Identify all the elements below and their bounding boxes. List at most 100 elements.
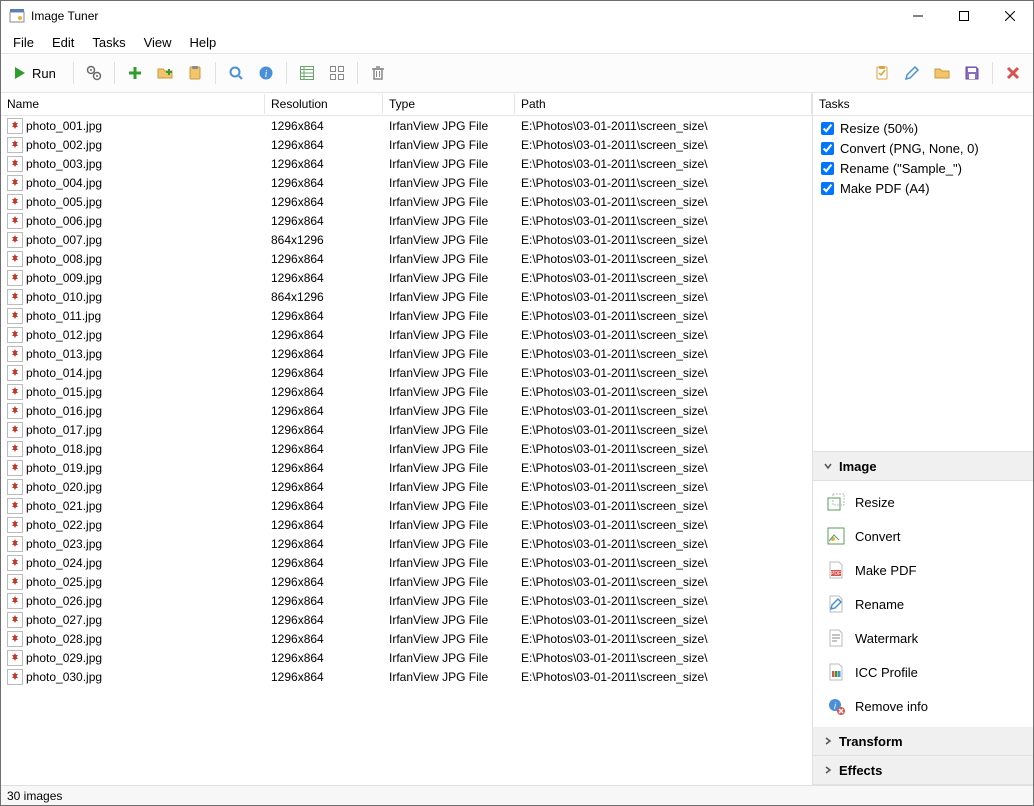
add-button[interactable] — [121, 59, 149, 87]
add-folder-button[interactable] — [151, 59, 179, 87]
table-row[interactable]: photo_011.jpg1296x864IrfanView JPG FileE… — [1, 306, 812, 325]
action-convert[interactable]: Convert — [813, 519, 1033, 553]
file-name: photo_020.jpg — [26, 480, 102, 494]
menu-tasks[interactable]: Tasks — [84, 33, 133, 52]
task-checkbox[interactable] — [821, 142, 834, 155]
task-checkbox[interactable] — [821, 182, 834, 195]
table-row[interactable]: photo_003.jpg1296x864IrfanView JPG FileE… — [1, 154, 812, 173]
paste-button[interactable] — [181, 59, 209, 87]
table-row[interactable]: photo_010.jpg864x1296IrfanView JPG FileE… — [1, 287, 812, 306]
maximize-button[interactable] — [941, 1, 987, 31]
table-row[interactable]: photo_022.jpg1296x864IrfanView JPG FileE… — [1, 515, 812, 534]
toolbar-separator — [73, 62, 74, 84]
menu-help[interactable]: Help — [182, 33, 225, 52]
task-item[interactable]: Make PDF (A4) — [821, 178, 1025, 198]
table-row[interactable]: photo_028.jpg1296x864IrfanView JPG FileE… — [1, 629, 812, 648]
image-file-icon — [7, 137, 23, 153]
task-checkbox[interactable] — [821, 122, 834, 135]
table-row[interactable]: photo_007.jpg864x1296IrfanView JPG FileE… — [1, 230, 812, 249]
grid-body[interactable]: photo_001.jpg1296x864IrfanView JPG FileE… — [1, 116, 812, 785]
table-row[interactable]: photo_001.jpg1296x864IrfanView JPG FileE… — [1, 116, 812, 135]
table-row[interactable]: photo_025.jpg1296x864IrfanView JPG FileE… — [1, 572, 812, 591]
details-view-button[interactable] — [293, 59, 321, 87]
file-type: IrfanView JPG File — [383, 537, 515, 551]
menu-view[interactable]: View — [136, 33, 180, 52]
column-header-resolution[interactable]: Resolution — [265, 94, 383, 114]
table-row[interactable]: photo_005.jpg1296x864IrfanView JPG FileE… — [1, 192, 812, 211]
run-button[interactable]: Run — [7, 59, 67, 87]
settings-button[interactable] — [80, 59, 108, 87]
image-file-icon — [7, 384, 23, 400]
image-file-icon — [7, 517, 23, 533]
image-file-icon — [7, 479, 23, 495]
search-button[interactable] — [222, 59, 250, 87]
task-checkbox[interactable] — [821, 162, 834, 175]
action-resize[interactable]: Resize — [813, 485, 1033, 519]
file-path: E:\Photos\03-01-2011\screen_size\ — [515, 290, 812, 304]
action-make-pdf[interactable]: PDFMake PDF — [813, 553, 1033, 587]
table-row[interactable]: photo_009.jpg1296x864IrfanView JPG FileE… — [1, 268, 812, 287]
save-tasks-button[interactable] — [958, 59, 986, 87]
table-row[interactable]: photo_019.jpg1296x864IrfanView JPG FileE… — [1, 458, 812, 477]
delete-button[interactable] — [364, 59, 392, 87]
accordion-header-image[interactable]: Image — [813, 452, 1033, 481]
table-row[interactable]: photo_020.jpg1296x864IrfanView JPG FileE… — [1, 477, 812, 496]
task-item[interactable]: Rename ("Sample_") — [821, 158, 1025, 178]
table-row[interactable]: photo_008.jpg1296x864IrfanView JPG FileE… — [1, 249, 812, 268]
file-type: IrfanView JPG File — [383, 271, 515, 285]
table-row[interactable]: photo_002.jpg1296x864IrfanView JPG FileE… — [1, 135, 812, 154]
table-row[interactable]: photo_018.jpg1296x864IrfanView JPG FileE… — [1, 439, 812, 458]
table-row[interactable]: photo_026.jpg1296x864IrfanView JPG FileE… — [1, 591, 812, 610]
table-row[interactable]: photo_015.jpg1296x864IrfanView JPG FileE… — [1, 382, 812, 401]
table-row[interactable]: photo_024.jpg1296x864IrfanView JPG FileE… — [1, 553, 812, 572]
open-tasks-button[interactable] — [928, 59, 956, 87]
task-clipboard-button[interactable] — [868, 59, 896, 87]
accordion-header-transform[interactable]: Transform — [813, 727, 1033, 756]
tasks-pane: Tasks Resize (50%)Convert (PNG, None, 0)… — [813, 93, 1033, 785]
image-file-icon — [7, 669, 23, 685]
table-row[interactable]: photo_006.jpg1296x864IrfanView JPG FileE… — [1, 211, 812, 230]
table-row[interactable]: photo_016.jpg1296x864IrfanView JPG FileE… — [1, 401, 812, 420]
edit-task-button[interactable] — [898, 59, 926, 87]
info-button[interactable]: i — [252, 59, 280, 87]
file-name: photo_004.jpg — [26, 176, 102, 190]
minimize-button[interactable] — [895, 1, 941, 31]
table-row[interactable]: photo_023.jpg1296x864IrfanView JPG FileE… — [1, 534, 812, 553]
table-row[interactable]: photo_027.jpg1296x864IrfanView JPG FileE… — [1, 610, 812, 629]
app-icon — [9, 8, 25, 24]
table-row[interactable]: photo_004.jpg1296x864IrfanView JPG FileE… — [1, 173, 812, 192]
file-resolution: 1296x864 — [265, 195, 383, 209]
column-header-name[interactable]: Name — [1, 94, 265, 114]
file-name: photo_007.jpg — [26, 233, 102, 247]
table-row[interactable]: photo_012.jpg1296x864IrfanView JPG FileE… — [1, 325, 812, 344]
column-header-type[interactable]: Type — [383, 94, 515, 114]
table-row[interactable]: photo_021.jpg1296x864IrfanView JPG FileE… — [1, 496, 812, 515]
close-button[interactable] — [987, 1, 1033, 31]
menu-file[interactable]: File — [5, 33, 42, 52]
action-icc-profile[interactable]: ICC Profile — [813, 655, 1033, 689]
file-resolution: 1296x864 — [265, 119, 383, 133]
remove-task-button[interactable] — [999, 59, 1027, 87]
file-path: E:\Photos\03-01-2011\screen_size\ — [515, 347, 812, 361]
accordion-header-effects[interactable]: Effects — [813, 756, 1033, 785]
file-resolution: 1296x864 — [265, 499, 383, 513]
action-rename[interactable]: Rename — [813, 587, 1033, 621]
menu-edit[interactable]: Edit — [44, 33, 82, 52]
table-row[interactable]: photo_017.jpg1296x864IrfanView JPG FileE… — [1, 420, 812, 439]
task-item[interactable]: Convert (PNG, None, 0) — [821, 138, 1025, 158]
thumbnails-view-button[interactable] — [323, 59, 351, 87]
action-label: Convert — [855, 529, 901, 544]
table-row[interactable]: photo_029.jpg1296x864IrfanView JPG FileE… — [1, 648, 812, 667]
table-row[interactable]: photo_030.jpg1296x864IrfanView JPG FileE… — [1, 667, 812, 686]
action-remove-info[interactable]: iRemove info — [813, 689, 1033, 723]
file-resolution: 1296x864 — [265, 613, 383, 627]
table-row[interactable]: photo_013.jpg1296x864IrfanView JPG FileE… — [1, 344, 812, 363]
image-file-icon — [7, 289, 23, 305]
file-resolution: 1296x864 — [265, 461, 383, 475]
table-row[interactable]: photo_014.jpg1296x864IrfanView JPG FileE… — [1, 363, 812, 382]
file-type: IrfanView JPG File — [383, 404, 515, 418]
task-item[interactable]: Resize (50%) — [821, 118, 1025, 138]
image-file-icon — [7, 536, 23, 552]
column-header-path[interactable]: Path — [515, 94, 812, 114]
action-watermark[interactable]: Watermark — [813, 621, 1033, 655]
